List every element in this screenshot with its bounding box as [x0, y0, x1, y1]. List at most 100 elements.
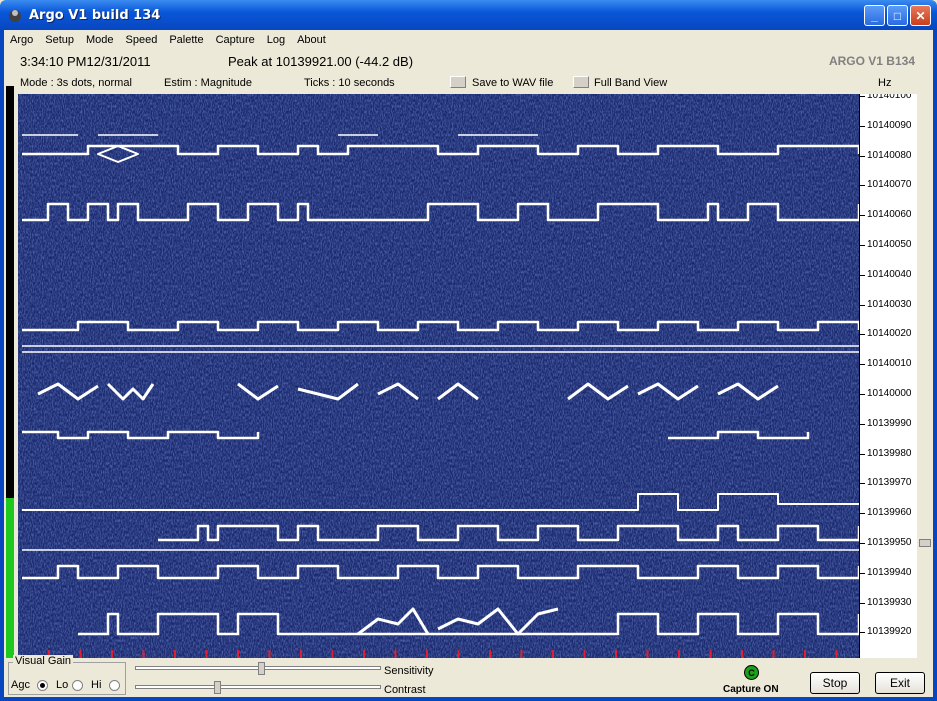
time-tick-marker [772, 650, 775, 658]
full-band-label[interactable]: Full Band View [594, 77, 667, 89]
menu-argo[interactable]: Argo [4, 34, 39, 46]
visual-gain-legend: Visual Gain [13, 655, 74, 667]
time-tick-marker [142, 650, 145, 658]
time-tick-marker [552, 650, 554, 658]
axis-tick [860, 513, 865, 515]
axis-label: 10139990 [867, 417, 912, 429]
window-title: Argo V1 build 134 [29, 7, 161, 23]
contrast-slider[interactable] [135, 685, 381, 689]
hi-label: Hi [91, 679, 102, 691]
axis-tick [860, 453, 865, 455]
axis-label: 10139970 [867, 477, 912, 489]
time-tick-marker [835, 650, 838, 658]
time-tick-marker [111, 650, 113, 658]
close-button[interactable]: ✕ [910, 5, 931, 26]
time-tick-marker [394, 650, 397, 658]
agc-radio[interactable] [37, 680, 48, 691]
hi-radio[interactable] [109, 680, 120, 691]
frequency-scrollbar[interactable] [917, 94, 933, 658]
axis-label: 10139940 [867, 566, 912, 578]
spectrogram-display[interactable] [18, 94, 859, 658]
axis-tick [860, 304, 865, 306]
time-tick-marker [331, 650, 334, 658]
signal-level-meter [6, 86, 14, 658]
axis-tick [860, 364, 865, 366]
axis-label: 10139930 [867, 596, 912, 608]
window-frame-bottom [0, 697, 937, 701]
save-wav-label[interactable]: Save to WAV file [472, 77, 553, 89]
clock-readout: 3:34:10 PM12/31/2011 [20, 53, 151, 69]
contrast-label: Contrast [384, 684, 426, 696]
axis-label: 10139920 [867, 626, 912, 638]
stop-button[interactable]: Stop [810, 672, 860, 694]
axis-tick [860, 543, 865, 544]
control-panel: Visual Gain Agc Lo Hi Sensitivity Contra… [4, 655, 933, 697]
axis-label: 10139980 [867, 447, 912, 459]
axis-tick [860, 245, 865, 246]
maximize-button[interactable]: □ [887, 5, 908, 26]
menu-palette[interactable]: Palette [163, 34, 209, 46]
estim-label: Estim : Magnitude [164, 77, 253, 89]
close-icon: ✕ [915, 8, 926, 23]
time-tick-marker [646, 650, 649, 658]
menu-setup[interactable]: Setup [39, 34, 80, 46]
time-tick-marker [174, 650, 176, 658]
sensitivity-label: Sensitivity [384, 665, 434, 677]
lo-radio[interactable] [72, 680, 83, 691]
menu-log[interactable]: Log [261, 34, 291, 46]
lo-label: Lo [56, 679, 69, 691]
axis-label: 10140000 [867, 388, 912, 399]
exit-button[interactable]: Exit [875, 672, 925, 694]
axis-label: 10140060 [867, 209, 912, 221]
window-frame-left [0, 30, 4, 701]
axis-label: 10139950 [867, 537, 912, 548]
full-band-checkbox[interactable] [573, 76, 589, 88]
brand-label: ARGO V1 B134 [828, 54, 915, 68]
capture-indicator-icon: C [744, 665, 759, 680]
frequency-axis: 10140100 10140090 10140080 10140070 10140060… [859, 94, 917, 658]
axis-label: 10140030 [867, 298, 912, 310]
axis-label: 10140070 [867, 179, 912, 191]
axis-tick [860, 632, 865, 634]
contrast-slider-thumb[interactable] [213, 681, 221, 694]
menu-about[interactable]: About [291, 34, 332, 46]
maximize-icon: □ [893, 8, 902, 23]
time-tick-marker [79, 650, 82, 658]
agc-label: Agc [11, 679, 30, 691]
hz-unit-label: Hz [878, 77, 892, 89]
time-tick-marker [268, 650, 271, 658]
axis-label: 10140020 [867, 328, 912, 340]
status-row: 3:34:10 PM12/31/2011 Peak at 10139921.00… [4, 49, 933, 73]
menu-bar: Argo Setup Mode Speed Palette Capture Lo… [4, 30, 933, 49]
ticks-label: Ticks : 10 seconds [304, 77, 395, 89]
save-wav-checkbox[interactable] [450, 76, 466, 88]
axis-label: 10140010 [867, 358, 912, 370]
axis-label: 10140050 [867, 239, 912, 250]
minimize-button[interactable]: _ [864, 5, 885, 26]
title-bar[interactable]: Argo V1 build 134 _ □ ✕ [0, 0, 937, 30]
visual-gain-group: Visual Gain Agc Lo Hi [8, 655, 126, 695]
axis-label: 10140040 [867, 268, 912, 280]
axis-tick [860, 602, 865, 604]
time-tick-marker [615, 650, 617, 658]
menu-capture[interactable]: Capture [210, 34, 261, 46]
axis-tick [860, 96, 865, 97]
axis-tick [860, 423, 865, 425]
argo-app-icon [9, 10, 21, 22]
mode-label: Mode : 3s dots, normal [20, 77, 132, 89]
menu-mode[interactable]: Mode [80, 34, 120, 46]
sensitivity-slider-thumb[interactable] [258, 662, 265, 675]
peak-readout: Peak at 10139921.00 (-44.2 dB) [228, 53, 414, 69]
time-tick-marker [363, 650, 365, 658]
axis-tick [860, 274, 865, 276]
time-tick-marker [489, 650, 491, 658]
axis-tick [860, 483, 865, 485]
axis-tick [860, 125, 865, 127]
frequency-scroll-thumb[interactable] [919, 539, 931, 547]
menu-speed[interactable]: Speed [120, 34, 164, 46]
info-row: Mode : 3s dots, normal Estim : Magnitude… [4, 73, 933, 93]
time-tick-marker [426, 650, 428, 658]
axis-tick [860, 572, 865, 574]
capture-icon-glyph: C [748, 667, 755, 678]
capture-status: Capture ON [723, 684, 779, 695]
